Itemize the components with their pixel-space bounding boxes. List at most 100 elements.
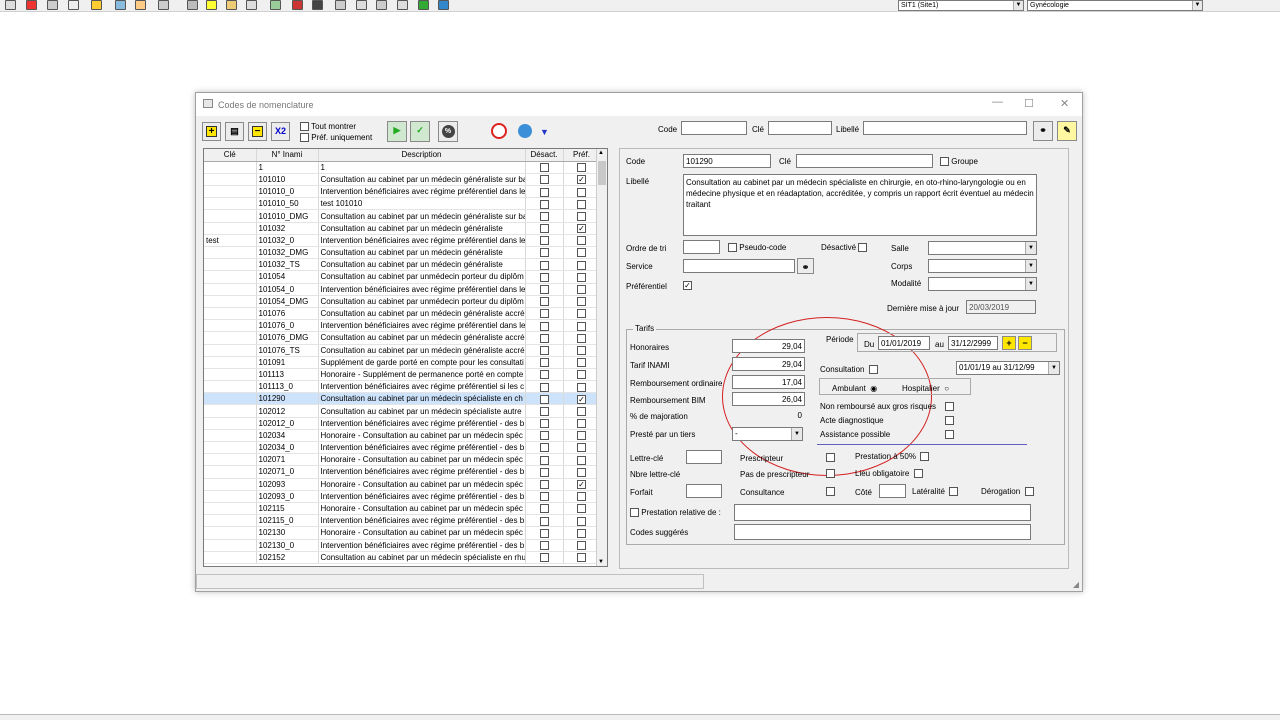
mail-icon[interactable] <box>158 0 169 10</box>
desactive-option[interactable]: Désactivé <box>821 243 868 253</box>
search-code-input[interactable] <box>681 121 747 135</box>
corps-select[interactable]: ▼ <box>928 259 1037 273</box>
speciality-select[interactable]: Gynécologie ▼ <box>1027 0 1203 11</box>
pref-checkbox[interactable] <box>577 199 586 209</box>
table-row[interactable]: 102071 Honoraire - Consultation au cabine… <box>204 453 601 467</box>
desact-checkbox[interactable] <box>539 553 549 563</box>
percent-button[interactable]: % <box>438 121 458 142</box>
pref-checkbox[interactable]: ✓ <box>577 224 586 234</box>
table-icon[interactable] <box>356 0 367 10</box>
table-row[interactable]: 11 <box>204 161 601 174</box>
pref-checkbox[interactable] <box>577 419 586 429</box>
search-button[interactable]: ⚭ <box>1033 121 1053 141</box>
pref-checkbox[interactable] <box>577 382 586 392</box>
desact-checkbox[interactable] <box>539 272 549 282</box>
consultance-checkbox[interactable] <box>826 487 835 496</box>
libelle-textarea[interactable]: Consultation au cabinet par un médecin s… <box>683 174 1037 236</box>
pref-checkbox[interactable] <box>577 345 586 355</box>
desact-checkbox[interactable] <box>539 406 549 416</box>
desact-checkbox[interactable] <box>539 431 549 441</box>
add-button[interactable]: + <box>202 122 221 141</box>
majoration-input[interactable]: 0 <box>732 408 805 422</box>
column-header[interactable]: Description <box>318 149 526 162</box>
desactive-checkbox[interactable] <box>858 243 868 253</box>
desact-checkbox[interactable] <box>539 394 549 404</box>
remb-bim-input[interactable]: 26,04 <box>732 392 805 406</box>
refresh-icon[interactable] <box>438 0 449 10</box>
table-row[interactable]: 101113_0 Intervention bénéficiaires avec … <box>204 380 601 394</box>
grid-icon[interactable] <box>335 0 346 10</box>
periode-remove-button[interactable]: − <box>1018 336 1032 350</box>
edit-button[interactable]: ▤ <box>225 122 244 141</box>
preferentiel-checkbox[interactable]: ✓ <box>683 281 692 291</box>
pref-checkbox[interactable] <box>577 540 586 550</box>
add-icon[interactable] <box>206 0 217 10</box>
pref-uniquement-option[interactable]: Préf. uniquement <box>300 133 372 143</box>
dropdown-arrow-icon[interactable]: ▼ <box>540 127 549 137</box>
desact-checkbox[interactable] <box>539 345 549 355</box>
table-row[interactable]: 102115 Honoraire - Consultation au cabine… <box>204 502 601 516</box>
pref-checkbox[interactable] <box>577 528 586 538</box>
pref-checkbox[interactable] <box>577 309 586 319</box>
pref-checkbox[interactable] <box>577 285 586 295</box>
service-search-button[interactable]: ⚭ <box>797 258 814 274</box>
groupe-checkbox[interactable] <box>940 157 949 167</box>
desact-checkbox[interactable] <box>539 260 549 270</box>
table-row[interactable]: 102012 Consultation au cabinet par un méd… <box>204 404 601 418</box>
acte-diagnostique-checkbox[interactable] <box>945 416 954 425</box>
pref-checkbox[interactable] <box>577 236 586 246</box>
table-row[interactable]: 101113 Honoraire - Supplément de permanen… <box>204 368 601 382</box>
column-header[interactable]: Préf. <box>563 149 601 162</box>
tools-icon[interactable] <box>270 0 281 10</box>
groupe-option[interactable]: Groupe <box>940 157 978 167</box>
resize-grip-icon[interactable]: ◢ <box>1073 580 1079 589</box>
check-button[interactable]: ✓ <box>410 121 430 142</box>
pref-checkbox[interactable] <box>577 272 586 282</box>
modalite-select[interactable]: ▼ <box>928 277 1037 291</box>
desact-checkbox[interactable] <box>539 309 549 319</box>
prestation50-checkbox[interactable] <box>920 452 930 462</box>
pref-checkbox[interactable] <box>577 248 586 258</box>
pref-checkbox[interactable] <box>577 553 586 563</box>
pref-checkbox[interactable] <box>577 455 586 465</box>
assistance-checkbox[interactable] <box>945 430 954 439</box>
honoraires-input[interactable]: 29,04 <box>732 339 805 353</box>
hospitalier-radio[interactable]: ○ <box>944 384 949 393</box>
scroll-thumb[interactable] <box>598 161 606 185</box>
table-row[interactable]: test 101032_0 Intervention bénéficiaires a… <box>204 234 601 248</box>
pref-checkbox[interactable] <box>577 358 586 368</box>
nbre-lettre-cle-input[interactable] <box>686 466 722 480</box>
tout-montrer-option[interactable]: Tout montrer <box>300 122 356 132</box>
pref-checkbox[interactable] <box>577 406 586 416</box>
prestation-relative-checkbox[interactable] <box>630 508 639 518</box>
close-icon[interactable]: ✕ <box>1060 97 1069 110</box>
desact-checkbox[interactable] <box>539 504 549 514</box>
table-row[interactable]: 101032_DMG Consultation au cabinet par un… <box>204 246 601 260</box>
pref-checkbox[interactable] <box>577 260 586 270</box>
printer-icon[interactable] <box>47 0 58 10</box>
pref-checkbox[interactable]: ✓ <box>577 480 586 490</box>
table-row[interactable]: 102071_0 Intervention bénéficiaires avec … <box>204 465 601 479</box>
desact-checkbox[interactable] <box>539 492 549 502</box>
table-row[interactable]: 101076 Consultation au cabinet par un méd… <box>204 307 601 321</box>
scroll-up-icon[interactable]: ▲ <box>598 150 604 156</box>
desact-checkbox[interactable] <box>539 528 549 538</box>
table-row[interactable]: 102115_0 Intervention bénéficiaires avec … <box>204 514 601 528</box>
desact-checkbox[interactable] <box>539 516 549 526</box>
heart-icon[interactable] <box>26 0 37 10</box>
desact-checkbox[interactable] <box>539 419 549 429</box>
cote-input[interactable] <box>879 484 906 498</box>
table-row[interactable]: 101010_DMG Consultation au cabinet par un… <box>204 209 601 223</box>
desact-checkbox[interactable] <box>539 443 549 453</box>
pseudo-code-checkbox[interactable] <box>728 243 737 253</box>
table-row[interactable]: 102152 Consultation au cabinet par un méd… <box>204 551 601 564</box>
table-row[interactable]: 101054 Consultation au cabinet par unméde… <box>204 270 601 284</box>
vertical-scrollbar[interactable]: ▲ ▼ <box>596 149 607 566</box>
pref-checkbox[interactable] <box>577 321 586 331</box>
column-header[interactable]: Clé <box>204 149 257 162</box>
desact-checkbox[interactable] <box>539 199 549 209</box>
desact-checkbox[interactable] <box>539 175 549 185</box>
pref-checkbox[interactable] <box>577 443 586 453</box>
prestation-relative-input[interactable] <box>734 504 1031 521</box>
table-row[interactable]: 101054_DMG Consultation au cabinet par un… <box>204 295 601 308</box>
